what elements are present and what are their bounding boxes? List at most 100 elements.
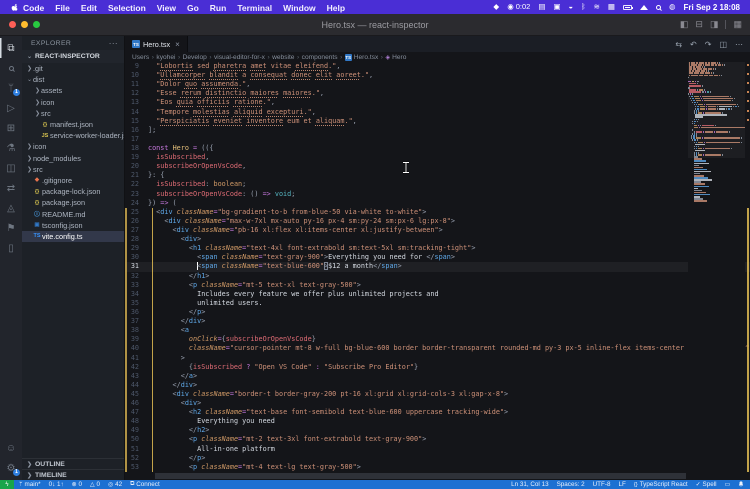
input-source-icon[interactable]: ▦ bbox=[608, 0, 615, 14]
code-line-31[interactable]: 31 <span className="text-blue-600">$12 a… bbox=[125, 262, 750, 271]
status-count[interactable]: ◎42 bbox=[108, 481, 122, 488]
more-actions-icon[interactable]: ⋯ bbox=[735, 40, 743, 49]
code-line-16[interactable]: 16]; bbox=[125, 126, 750, 135]
section-outline[interactable]: ❯OUTLINE bbox=[22, 458, 124, 469]
section-timeline[interactable]: ❯TIMELINE bbox=[22, 469, 124, 480]
code-line-26[interactable]: 26 <div className="max-w-7xl mx-auto py-… bbox=[125, 217, 750, 226]
zoom-window-button[interactable] bbox=[33, 21, 40, 28]
tree-item-assets[interactable]: ❯assets bbox=[22, 85, 124, 96]
activity-extensions[interactable]: ⊞ bbox=[0, 118, 22, 138]
menu-go[interactable]: Go bbox=[187, 3, 199, 13]
code-line-43[interactable]: 43 </a> bbox=[125, 372, 750, 381]
tree-item--git[interactable]: ❯.git bbox=[22, 63, 124, 74]
code-line-10[interactable]: 10 "Ullamcorper blandit a consequat done… bbox=[125, 71, 750, 80]
layout-customize-icon[interactable]: ▦ bbox=[733, 19, 742, 30]
activity-remote-explorer[interactable]: ⇄ bbox=[0, 178, 22, 198]
activity-devices[interactable]: ▯ bbox=[0, 238, 22, 258]
more-actions-icon[interactable]: ··· bbox=[109, 39, 118, 48]
close-window-button[interactable] bbox=[9, 21, 16, 28]
activity-testing[interactable]: ⚗ bbox=[0, 138, 22, 158]
code-line-53[interactable]: 53 <p className="mt-4 text-lg text-gray-… bbox=[125, 463, 750, 472]
code-line-41[interactable]: 41 > bbox=[125, 354, 750, 363]
code-line-24[interactable]: 24}) => ( bbox=[125, 199, 750, 208]
code-line-47[interactable]: 47 <h2 className="text-base font-semibol… bbox=[125, 408, 750, 417]
tree-item-readme-md[interactable]: ⓘREADME.md bbox=[22, 208, 124, 219]
breadcrumb-item-visual-editor-for-x[interactable]: visual-editor-for-x bbox=[214, 54, 265, 61]
menu-file[interactable]: File bbox=[55, 3, 70, 13]
menu-bar-clock[interactable]: Fri Sep 2 18:08 bbox=[684, 3, 740, 12]
breadcrumb-item-website[interactable]: website bbox=[272, 54, 294, 61]
tree-item-manifest-json[interactable]: {}manifest.json bbox=[22, 119, 124, 130]
battery-icon[interactable] bbox=[623, 5, 632, 10]
menu-code[interactable]: Code bbox=[23, 3, 44, 13]
status-cursor-position[interactable]: Ln 31, Col 13 bbox=[511, 481, 548, 488]
activity-accounts[interactable]: ☺ bbox=[0, 438, 22, 458]
activity-settings[interactable]: ⚙1 bbox=[0, 458, 22, 478]
code-line-23[interactable]: 23 subscribeOrOpenVsCode: () => void; bbox=[125, 190, 750, 199]
go-forward-icon[interactable]: ↷ bbox=[705, 40, 712, 49]
record-icon[interactable]: ◉0:02 bbox=[507, 0, 530, 14]
status-connect[interactable]: ⧉Connect bbox=[130, 481, 160, 488]
tree-item-src[interactable]: ❯src bbox=[22, 108, 124, 119]
code-line-14[interactable]: 14 "Tempore molestias aliquid excepturi.… bbox=[125, 108, 750, 117]
code-line-51[interactable]: 51 All-in-one platform bbox=[125, 445, 750, 454]
apple-logo-icon[interactable] bbox=[10, 3, 19, 12]
code-line-45[interactable]: 45 <div className="border-t border-gray-… bbox=[125, 390, 750, 399]
code-line-44[interactable]: 44 </div> bbox=[125, 381, 750, 390]
code-line-32[interactable]: 32 </h1> bbox=[125, 272, 750, 281]
face-icon[interactable]: ◒ bbox=[569, 0, 574, 14]
code-line-52[interactable]: 52 </p> bbox=[125, 454, 750, 463]
minimize-window-button[interactable] bbox=[21, 21, 28, 28]
code-line-42[interactable]: 42 {isSubscribed ? "Open VS Code" : "Sub… bbox=[125, 363, 750, 372]
layout-sidebar-right-icon[interactable]: ◨ bbox=[710, 19, 719, 30]
tree-item-node-modules[interactable]: ❯node_modules bbox=[22, 153, 124, 164]
breadcrumb-item-components[interactable]: components bbox=[302, 54, 338, 61]
status-branch[interactable]: ᛘmain* bbox=[19, 481, 41, 488]
status-notifications[interactable] bbox=[738, 481, 744, 489]
code-line-20[interactable]: 20 subscribeOrOpenVsCode, bbox=[125, 162, 750, 171]
remote-indicator[interactable]: ϟ bbox=[0, 480, 14, 489]
menu-run[interactable]: Run bbox=[210, 3, 227, 13]
horizontal-scrollbar[interactable] bbox=[155, 473, 686, 479]
code-line-18[interactable]: 18const Hero = (({ bbox=[125, 144, 750, 153]
wifi-icon[interactable] bbox=[640, 5, 648, 10]
user-switch-icon[interactable]: ◍ bbox=[669, 0, 676, 14]
menu-help[interactable]: Help bbox=[327, 3, 345, 13]
open-changes-icon[interactable]: ⇆ bbox=[675, 40, 682, 49]
code-line-19[interactable]: 19 isSubscribed, bbox=[125, 153, 750, 162]
code-line-49[interactable]: 49 </h2> bbox=[125, 426, 750, 435]
activity-live-share[interactable]: ◬ bbox=[0, 198, 22, 218]
code-line-25[interactable]: 25 <div className="bg-gradient-to-b from… bbox=[125, 208, 750, 217]
tree-item-vite-config-ts[interactable]: TSvite.config.ts bbox=[22, 231, 124, 242]
code-line-39[interactable]: 39 onClick={subscribeOrOpenVsCode} bbox=[125, 335, 750, 344]
menu-selection[interactable]: Selection bbox=[108, 3, 146, 13]
menu-edit[interactable]: Edit bbox=[81, 3, 97, 13]
close-tab-icon[interactable]: × bbox=[175, 40, 180, 49]
layout-panel-icon[interactable]: ⊟ bbox=[695, 19, 703, 30]
tree-item-icon[interactable]: ❯icon bbox=[22, 141, 124, 152]
tree-item--gitignore[interactable]: ◆.gitignore bbox=[22, 175, 124, 186]
airplay-icon[interactable]: ≋ bbox=[594, 0, 600, 14]
status-screencast[interactable]: ▭ bbox=[725, 482, 730, 488]
activity-bookmarks[interactable]: ⚑ bbox=[0, 218, 22, 238]
status-encoding[interactable]: UTF-8 bbox=[593, 481, 611, 488]
status-language-mode[interactable]: {}TypeScript React bbox=[634, 481, 688, 488]
tab-hero-tsx[interactable]: TS Hero.tsx × bbox=[125, 36, 188, 52]
code-line-12[interactable]: 12 "Esse rerum distinctio maiores maiore… bbox=[125, 89, 750, 98]
code-line-21[interactable]: 21}: { bbox=[125, 171, 750, 180]
code-line-27[interactable]: 27 <div className="pb-16 xl:flex xl:item… bbox=[125, 226, 750, 235]
breadcrumb-item-hero-tsx[interactable]: TSHero.tsx bbox=[345, 54, 379, 61]
status-indentation[interactable]: Spaces: 2 bbox=[557, 481, 585, 488]
code-line-11[interactable]: 11 "Dolor quo assumenda.", bbox=[125, 80, 750, 89]
workspace-section-header[interactable]: ⌄ REACT-INSPECTOR bbox=[22, 50, 124, 63]
activity-run-debug[interactable]: ▷ bbox=[0, 98, 22, 118]
status-warnings[interactable]: △0 bbox=[90, 481, 100, 488]
tree-item-tsconfig-json[interactable]: ▣tsconfig.json bbox=[22, 220, 124, 231]
code-line-29[interactable]: 29 <h1 className="text-4xl font-extrabol… bbox=[125, 244, 750, 253]
code-line-34[interactable]: 34 Includes every feature we offer plus … bbox=[125, 290, 750, 299]
tree-item-package-lock-json[interactable]: {}package-lock.json bbox=[22, 186, 124, 197]
shield-icon[interactable]: ◆ bbox=[493, 0, 499, 14]
tree-item-package-json[interactable]: {}package.json bbox=[22, 197, 124, 208]
code-line-17[interactable]: 17 bbox=[125, 135, 750, 144]
code-line-50[interactable]: 50 <p className="mt-2 text-3xl font-extr… bbox=[125, 435, 750, 444]
